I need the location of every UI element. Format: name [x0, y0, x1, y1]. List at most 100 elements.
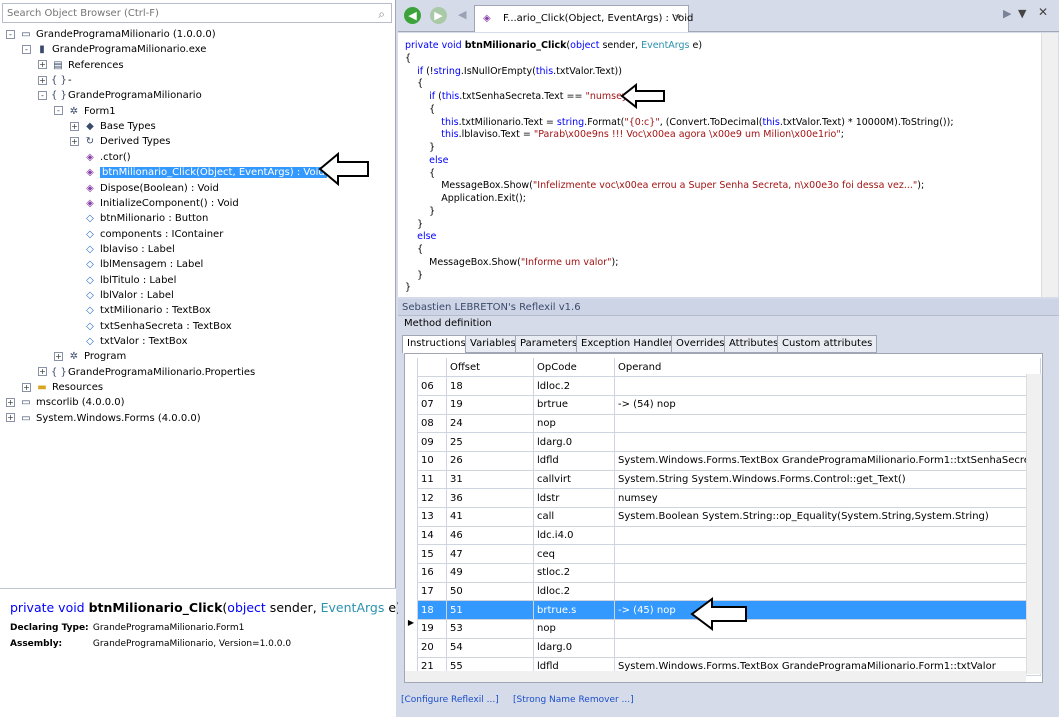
back-arrow-icon[interactable]: ◀	[404, 7, 421, 24]
column-header[interactable]: Operand	[613, 358, 1042, 378]
configure-reflexil-link[interactable]: [Configure Reflexil ...]	[401, 695, 499, 705]
expand-icon[interactable]: +	[38, 60, 47, 70]
table-cell: ldfld	[533, 450, 615, 471]
grid-scrollbar[interactable]	[1026, 374, 1042, 674]
dropdown-menu-icon[interactable]: ▼	[1018, 7, 1026, 20]
expand-icon[interactable]: +	[6, 413, 15, 423]
tree-item[interactable]: + ▭ System.Windows.Forms (4.0.0.0)	[6, 411, 201, 426]
tree-item-label: txtValor : TextBox	[100, 336, 188, 347]
table-row[interactable]: 10 26 ldfld System.Windows.Forms.TextBox Gr…	[417, 450, 1042, 471]
grid-horizontal-scrollbar[interactable]	[405, 671, 1026, 682]
tab-scroll-left-icon[interactable]: ◀	[458, 8, 466, 21]
table-cell: 06	[417, 376, 447, 396]
tree-item[interactable]: + ▭ mscorlib (4.0.0.0)	[6, 395, 125, 410]
close-icon[interactable]: ✕	[1038, 5, 1048, 19]
collapse-icon[interactable]: -	[22, 44, 31, 54]
code-token: (	[435, 91, 442, 102]
table-cell: 24	[446, 413, 534, 434]
table-row[interactable]: 08 24 nop	[417, 413, 1042, 434]
tree-item[interactable]: - ▭ GrandeProgramaMilionario (1.0.0.0)	[6, 27, 216, 42]
table-row[interactable]: 11 31 callvirt System.String System.Windows…	[417, 469, 1042, 490]
tab-overrides[interactable]: Overrides	[671, 335, 730, 353]
instructions-grid[interactable]: Offset OpCode Operand 06 18 ldloc.2 07 19 brtru…	[404, 353, 1043, 683]
tree-item[interactable]: - ✲ Form1	[54, 104, 116, 119]
close-icon[interactable]: ✕	[674, 6, 682, 31]
collapse-icon[interactable]: -	[38, 90, 47, 100]
table-cell	[613, 376, 1042, 396]
table-cell: 47	[446, 544, 534, 565]
column-header[interactable]: OpCode	[533, 358, 615, 378]
tree-item[interactable]: ◇ txtMilionario : TextBox	[70, 303, 211, 318]
expand-icon[interactable]: +	[38, 75, 47, 85]
tab-scroll-right-icon[interactable]: ▶	[1003, 7, 1011, 20]
tree-item[interactable]: ◈ btnMilionario_Click(Object, EventArgs) …	[70, 165, 327, 180]
search-icon[interactable]: ⌕	[378, 7, 385, 22]
tree-item[interactable]: ◇ lblMensagem : Label	[70, 257, 203, 272]
column-header[interactable]: Offset	[446, 358, 534, 378]
tree-item[interactable]: + ▬ Resources	[22, 380, 103, 395]
tab-attributes[interactable]: Attributes	[724, 335, 784, 353]
table-cell: nop	[533, 413, 615, 434]
tab-variables[interactable]: Variables	[465, 335, 521, 353]
tree-item[interactable]: ◈ .ctor()	[70, 150, 131, 165]
tree-item[interactable]: ◇ lblaviso : Label	[70, 242, 175, 257]
tree-item-label: System.Windows.Forms (4.0.0.0)	[36, 412, 201, 424]
tree-item[interactable]: + { }-	[38, 73, 72, 88]
table-row[interactable]: 07 19 brtrue -> (54) nop	[417, 394, 1042, 415]
table-row[interactable]: 12 36 ldstr numsey	[417, 488, 1042, 508]
column-header[interactable]	[417, 358, 447, 378]
expand-icon[interactable]: +	[38, 367, 47, 377]
table-row[interactable]: 13 41 call System.Boolean System.String::op…	[417, 507, 1042, 527]
tree-item[interactable]: + ◆ Base Types	[70, 119, 156, 134]
tree-item[interactable]: ◇ txtSenhaSecreta : TextBox	[70, 319, 232, 334]
tree-item[interactable]: - ▮ GrandeProgramaMilionario.exe	[22, 42, 206, 57]
code-token: sender,	[599, 40, 642, 51]
forward-arrow-icon[interactable]: ▶	[430, 7, 447, 24]
code-token: {	[405, 52, 412, 64]
tree-item[interactable]: ◈ InitializeComponent() : Void	[70, 196, 239, 211]
tab-custom-attributes[interactable]: Custom attributes	[777, 335, 878, 353]
tab-parameters[interactable]: Parameters	[515, 335, 583, 353]
table-row[interactable]: 16 49 stloc.2	[417, 563, 1042, 583]
expand-icon[interactable]: +	[54, 351, 63, 361]
tree-item[interactable]: + ↻ Derived Types	[70, 134, 171, 149]
expand-icon[interactable]: +	[70, 136, 79, 146]
table-row[interactable]: 15 47 ceq	[417, 544, 1042, 565]
tree-item[interactable]: ◇ btnMilionario : Button	[70, 211, 208, 226]
tree-item[interactable]: + ▤ References	[38, 58, 124, 73]
tree-item[interactable]: + ✲ Program	[54, 349, 126, 364]
tree-item[interactable]: ◇ txtValor : TextBox	[70, 334, 188, 349]
table-row[interactable]: 14 46 ldc.i4.0	[417, 525, 1042, 546]
tree-item[interactable]: -{ }GrandeProgramaMilionario	[38, 88, 202, 103]
expand-icon[interactable]: +	[22, 382, 31, 392]
strong-name-remover-link[interactable]: [Strong Name Remover ...]	[513, 695, 634, 705]
table-row[interactable]: 09 25 ldarg.0	[417, 432, 1042, 452]
object-tree[interactable]: - ▭ GrandeProgramaMilionario (1.0.0.0) - ▮ Gr…	[0, 26, 396, 586]
table-cell: System.String System.Windows.Forms.Contr…	[613, 469, 1042, 490]
tree-item[interactable]: ◇ components : IContainer	[70, 227, 223, 242]
tree-item[interactable]: ◇ lblTitulo : Label	[70, 273, 176, 288]
code-scrollbar[interactable]	[1041, 33, 1058, 297]
method-icon: ◈	[483, 13, 491, 24]
code-line: private void btnMilionario_Click(object …	[405, 39, 702, 52]
code-view[interactable]: private void btnMilionario_Click(object …	[398, 33, 1041, 297]
tree-item[interactable]: + { }GrandeProgramaMilionario.Properties	[38, 365, 255, 380]
document-tab-title: F...ario_Click(Object, EventArgs) : Void	[503, 13, 694, 24]
document-tab[interactable]: ◈ F...ario_Click(Object, EventArgs) : Vo…	[474, 5, 693, 32]
table-row[interactable]: 06 18 ldloc.2	[417, 376, 1042, 396]
table-cell: 31	[446, 469, 534, 490]
tab-exception-handlers[interactable]: Exception Handlers	[576, 335, 683, 353]
table-row[interactable]: 20 54 ldarg.0	[417, 637, 1042, 658]
search-input[interactable]	[3, 4, 363, 22]
expand-icon[interactable]: +	[6, 397, 15, 407]
tree-item[interactable]: ◇ lblValor : Label	[70, 288, 174, 303]
tab-instructions[interactable]: Instructions	[402, 335, 471, 354]
sig-type-2: EventArgs	[320, 600, 385, 615]
expand-icon[interactable]: +	[70, 121, 79, 131]
code-token: Application.Exit();	[405, 193, 526, 204]
collapse-icon[interactable]: -	[6, 29, 15, 39]
search-box[interactable]: ⌕	[2, 3, 392, 23]
table-cell: 19	[446, 394, 534, 415]
collapse-icon[interactable]: -	[54, 106, 63, 116]
tree-item[interactable]: ◈ Dispose(Boolean) : Void	[70, 181, 219, 196]
